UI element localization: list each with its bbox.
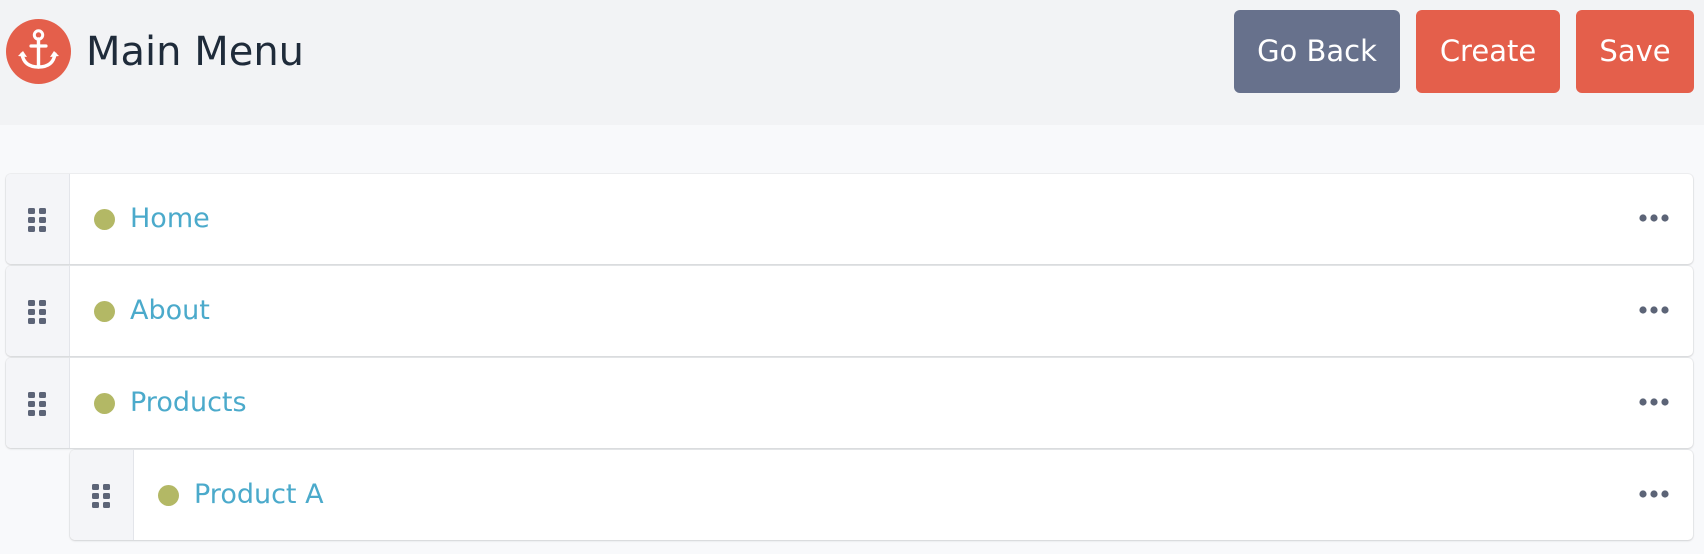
menu-item-label[interactable]: Product A [194, 474, 324, 516]
go-back-button[interactable]: Go Back [1234, 10, 1400, 93]
more-options-icon[interactable] [1639, 299, 1669, 323]
menu-item-label[interactable]: About [130, 290, 210, 332]
menu-item-home[interactable]: Home [6, 174, 1693, 264]
more-options-icon[interactable] [1639, 483, 1669, 507]
drag-handle-icon[interactable] [6, 174, 70, 264]
status-dot [94, 301, 115, 322]
menu-item-product-a[interactable]: Product A [70, 450, 1693, 540]
page-title: Main Menu [86, 29, 305, 75]
more-options-icon[interactable] [1639, 391, 1669, 415]
menu-item-products[interactable]: Products [6, 358, 1693, 448]
status-dot [94, 209, 115, 230]
menu-item-label[interactable]: Products [130, 382, 247, 424]
status-dot [94, 393, 115, 414]
menu-item-label[interactable]: Home [130, 198, 210, 240]
more-options-icon[interactable] [1639, 207, 1669, 231]
page-header: Main Menu Go Back Create Save [0, 0, 1704, 125]
status-dot [158, 485, 179, 506]
menu-item-about[interactable]: About [6, 266, 1693, 356]
drag-handle-icon[interactable] [6, 358, 70, 448]
create-button[interactable]: Create [1416, 10, 1560, 93]
save-button[interactable]: Save [1576, 10, 1694, 93]
drag-handle-icon[interactable] [70, 450, 134, 540]
drag-handle-icon[interactable] [6, 266, 70, 356]
anchor-icon [6, 19, 71, 84]
